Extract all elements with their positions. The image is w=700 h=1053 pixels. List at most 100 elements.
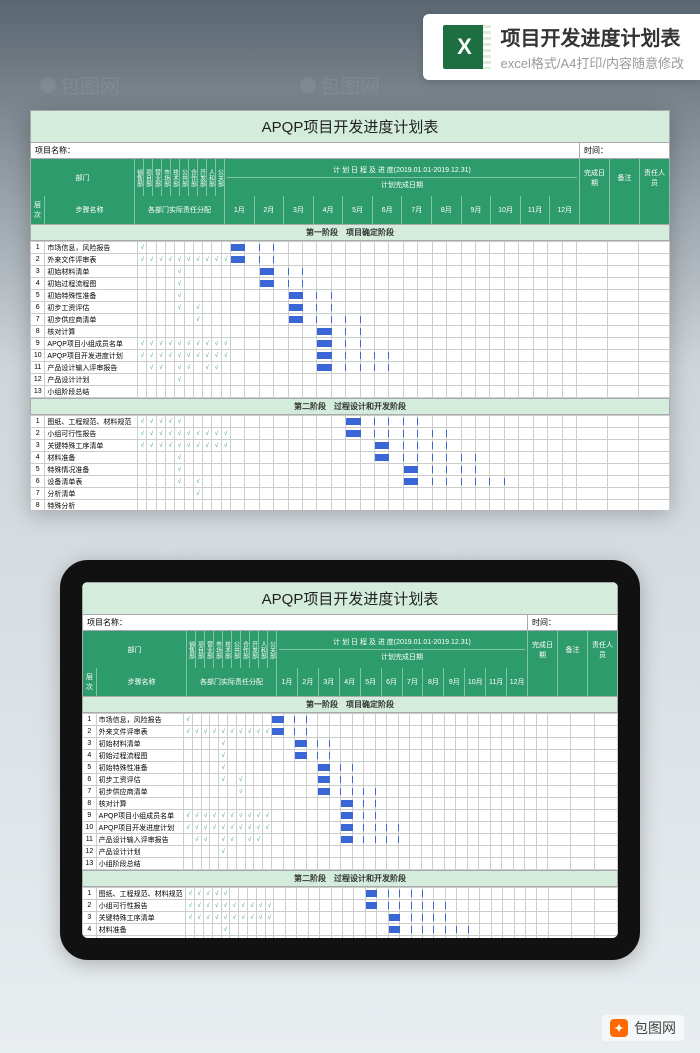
gantt-cell	[387, 822, 399, 834]
gantt-cell	[259, 428, 273, 440]
gantt-cell	[341, 834, 353, 846]
gantt-cell	[490, 476, 504, 488]
gantt-cell	[504, 302, 518, 314]
gantt-cell	[502, 858, 514, 870]
gantt-cell	[504, 242, 518, 254]
gantt-cell	[490, 786, 502, 798]
check-cell	[221, 960, 230, 961]
gantt-cell	[548, 350, 562, 362]
gantt-cell	[548, 338, 562, 350]
assign-header: 各部门实际责任分配	[135, 196, 225, 224]
check-cell	[184, 762, 193, 774]
tail-cell	[594, 726, 617, 738]
check-cell	[256, 936, 265, 948]
gantt-cell	[365, 924, 376, 936]
gantt-cell	[360, 476, 374, 488]
gantt-cell	[259, 338, 273, 350]
gantt-cell	[331, 912, 342, 924]
check-cell: √	[245, 810, 254, 822]
check-cell	[219, 786, 228, 798]
check-cell	[263, 738, 272, 750]
gantt-cell	[364, 762, 376, 774]
gantt-cell	[352, 738, 364, 750]
check-cell	[184, 750, 193, 762]
gantt-cell	[447, 314, 461, 326]
gantt-cell	[433, 738, 445, 750]
gantt-cell	[548, 464, 562, 476]
gantt-cell	[418, 488, 432, 500]
gantt-cell	[444, 810, 456, 822]
gantt-cell	[375, 834, 387, 846]
check-cell	[156, 500, 165, 511]
gantt-cell	[548, 290, 562, 302]
gantt-cell	[418, 416, 432, 428]
gantt-cell	[377, 888, 388, 900]
gantt-cell	[421, 762, 433, 774]
gantt-cell	[342, 888, 353, 900]
gantt-cell	[525, 750, 537, 762]
row-index: 1	[83, 888, 97, 900]
check-cell	[212, 290, 221, 302]
gantt-cell	[476, 314, 490, 326]
idx-header: 层次	[83, 668, 97, 696]
gantt-cell	[548, 302, 562, 314]
gantt-cell	[490, 750, 502, 762]
check-cell	[221, 278, 230, 290]
gantt-cell	[562, 242, 576, 254]
tail-header: 备注	[610, 159, 640, 196]
gantt-cell	[479, 822, 491, 834]
check-cell	[138, 386, 147, 398]
check-cell: √	[212, 888, 221, 900]
gantt-cell	[387, 774, 399, 786]
gantt-cell	[490, 428, 504, 440]
gantt-cell	[525, 822, 537, 834]
banner-sub: excel格式/A4打印/内容随意修改	[501, 53, 684, 72]
gantt-cell	[398, 738, 410, 750]
check-cell	[165, 362, 174, 374]
gantt-cell	[519, 452, 533, 464]
gantt-cell	[318, 810, 330, 822]
gantt-cell	[360, 452, 374, 464]
check-cell: √	[239, 900, 248, 912]
check-cell: √	[156, 416, 165, 428]
check-cell: √	[221, 440, 230, 452]
gantt-cell	[352, 714, 364, 726]
check-cell	[165, 314, 174, 326]
tail-header: 备注	[558, 631, 588, 668]
row-name: 产品设计输入评审报告	[96, 834, 183, 846]
gantt-cell	[295, 822, 307, 834]
gantt-cell	[230, 350, 244, 362]
gantt-cell	[444, 714, 456, 726]
gantt-cell	[410, 858, 422, 870]
check-cell	[239, 936, 248, 948]
tail-cell	[548, 948, 571, 960]
gantt-cell	[476, 278, 490, 290]
check-cell	[212, 452, 221, 464]
tail-cell	[638, 428, 669, 440]
check-cell	[193, 386, 202, 398]
gantt-cell	[562, 290, 576, 302]
gantt-cell	[271, 834, 283, 846]
gantt-cell	[377, 948, 388, 960]
gantt-cell	[491, 900, 502, 912]
check-cell: √	[219, 822, 228, 834]
gantt-cell	[308, 912, 319, 924]
gantt-cell	[533, 374, 547, 386]
gantt-cell	[341, 714, 353, 726]
check-cell	[210, 750, 219, 762]
gantt-cell	[288, 242, 302, 254]
gantt-cell	[288, 266, 302, 278]
gantt-cell	[504, 362, 518, 374]
gantt-cell	[457, 912, 468, 924]
gantt-cell	[331, 888, 342, 900]
check-cell: √	[254, 834, 263, 846]
tail-cell	[548, 774, 571, 786]
gantt-cell	[285, 912, 296, 924]
gantt-cell	[400, 912, 411, 924]
gantt-cell	[502, 834, 514, 846]
gantt-cell	[418, 302, 432, 314]
gantt-cell	[504, 374, 518, 386]
check-cell	[184, 302, 193, 314]
row-name: 特殊分析	[45, 500, 138, 511]
gantt-cell	[230, 314, 244, 326]
